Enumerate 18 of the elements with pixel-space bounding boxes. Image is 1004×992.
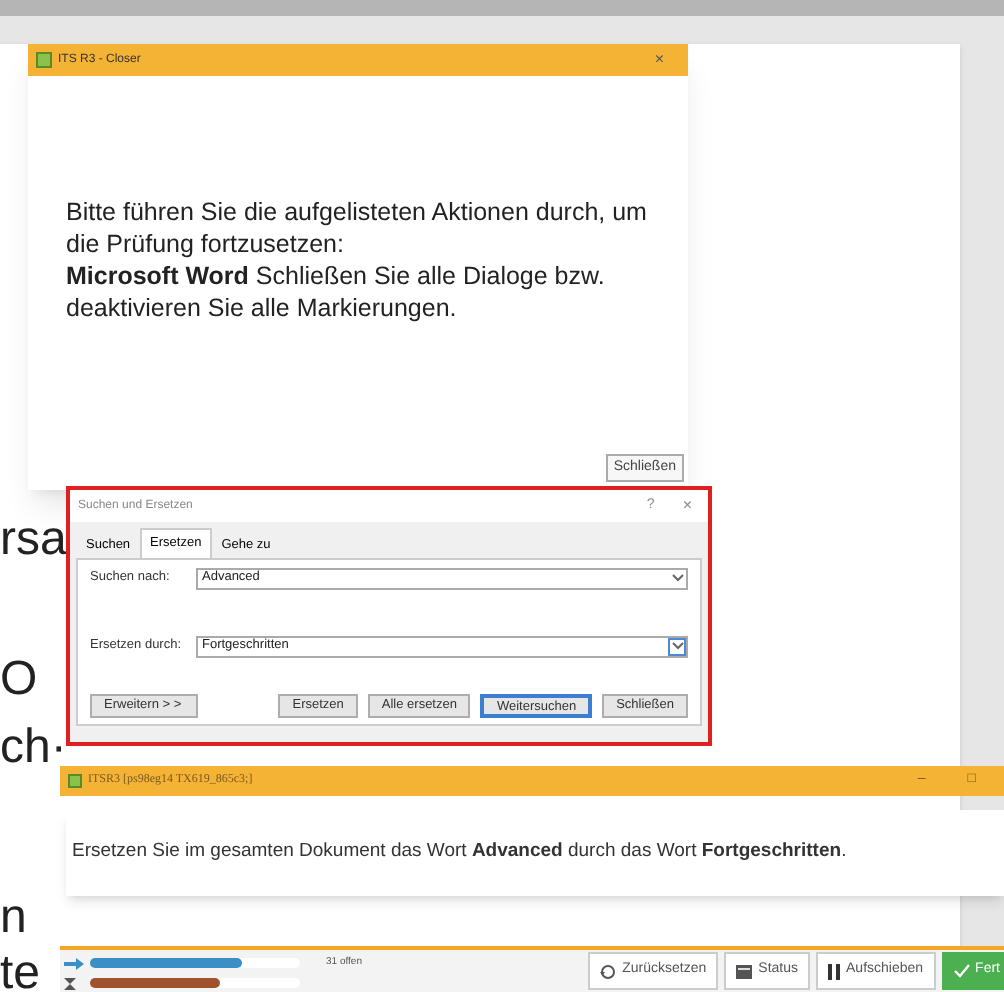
reset-icon xyxy=(600,963,617,979)
close-button[interactable]: × xyxy=(654,48,664,72)
document-text: O xyxy=(0,654,38,706)
document-text: ch· xyxy=(0,722,67,774)
app-icon xyxy=(36,52,52,68)
grid-icon xyxy=(736,963,753,979)
dialog-message: Bitte führen Sie die aufgelisteten Aktionen durch, um die Prüfung fortzusetzen: xyxy=(66,196,649,260)
document-text: te xyxy=(0,948,41,992)
pause-icon xyxy=(828,963,841,979)
arrow-icon xyxy=(64,957,84,970)
document-text: rsa xyxy=(0,514,67,566)
dialog-message: Microsoft Word Schließen Sie alle Dialoge bzw. deaktivieren Sie alle Markierungen. xyxy=(66,260,607,324)
close-button[interactable]: × xyxy=(682,494,692,518)
task-text: Ersetzen Sie im gesamten Dokument das Wort Advanced durch das Wort Fortgeschritten. xyxy=(72,838,847,867)
app-icon xyxy=(68,774,82,788)
document-text: n xyxy=(0,892,27,944)
dropdown-icon xyxy=(668,637,686,656)
check-icon xyxy=(953,964,970,978)
